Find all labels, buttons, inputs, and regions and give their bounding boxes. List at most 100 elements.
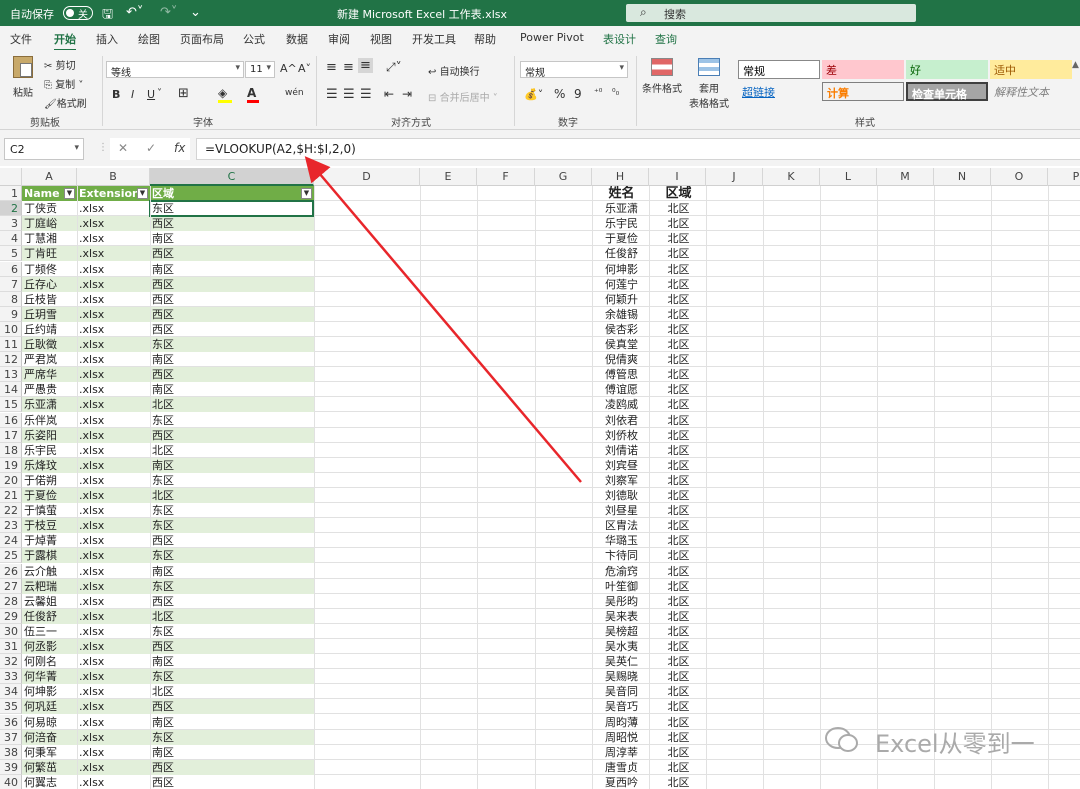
tab-9[interactable]: 开发工具: [412, 31, 456, 47]
table-cell[interactable]: 南区: [150, 231, 314, 246]
table-cell[interactable]: .xlsx: [77, 745, 150, 760]
column-header-F[interactable]: F: [477, 168, 535, 186]
row-header[interactable]: 15: [0, 397, 22, 413]
table-cell[interactable]: 西区: [150, 322, 314, 337]
tab-4[interactable]: 页面布局: [180, 31, 224, 47]
lookup-cell[interactable]: 傅谊愿: [592, 382, 649, 397]
table-cell[interactable]: 南区: [150, 745, 314, 760]
increase-decimal-icon[interactable]: ⁺⁰: [594, 88, 602, 98]
decrease-font-button[interactable]: A˅: [298, 62, 311, 75]
table-cell[interactable]: .xlsx: [77, 533, 150, 548]
lookup-cell[interactable]: 北区: [649, 246, 706, 261]
lookup-cell[interactable]: 北区: [649, 533, 706, 548]
lookup-cell[interactable]: 北区: [649, 594, 706, 609]
cell-style-1[interactable]: 差: [822, 60, 904, 79]
table-cell[interactable]: .xlsx: [77, 488, 150, 503]
table-cell[interactable]: 乐伴岚: [22, 413, 77, 428]
cut-button[interactable]: ✂ 剪切: [44, 57, 76, 72]
lookup-cell[interactable]: 刘察军: [592, 473, 649, 488]
cell-style-0[interactable]: 常规: [738, 60, 820, 79]
align-center-icon[interactable]: ☰: [343, 87, 355, 102]
table-cell[interactable]: .xlsx: [77, 518, 150, 534]
table-cell[interactable]: 何翼志: [22, 775, 77, 789]
table-cell[interactable]: .xlsx: [77, 578, 150, 594]
table-cell[interactable]: .xlsx: [77, 654, 150, 669]
lookup-cell[interactable]: 北区: [649, 564, 706, 579]
tab-1[interactable]: 开始: [54, 31, 76, 51]
table-cell[interactable]: .xlsx: [77, 276, 150, 292]
cancel-icon[interactable]: ✕: [118, 141, 128, 155]
lookup-cell[interactable]: 北区: [649, 745, 706, 760]
table-cell[interactable]: 西区: [150, 533, 314, 548]
row-header[interactable]: 38: [0, 744, 22, 760]
column-header-L[interactable]: L: [820, 168, 877, 186]
table-cell[interactable]: 伍三一: [22, 624, 77, 639]
table-cell[interactable]: 北区: [150, 397, 314, 413]
lookup-cell[interactable]: 北区: [649, 458, 706, 473]
row-header[interactable]: 1: [0, 186, 22, 201]
name-box[interactable]: C2 ▾: [4, 138, 84, 160]
table-cell[interactable]: 西区: [150, 759, 314, 775]
lookup-cell[interactable]: 卞待同: [592, 548, 649, 563]
font-name-select[interactable]: 等线 ▾: [106, 61, 244, 79]
row-header[interactable]: 24: [0, 533, 22, 549]
table-cell[interactable]: 东区: [150, 473, 314, 488]
table-cell[interactable]: 西区: [150, 246, 314, 262]
table-cell[interactable]: 西区: [150, 594, 314, 609]
row-header[interactable]: 26: [0, 563, 22, 579]
table-cell[interactable]: .xlsx: [77, 608, 150, 624]
lookup-cell[interactable]: 刘德耿: [592, 488, 649, 503]
row-header[interactable]: 6: [0, 261, 22, 277]
currency-icon[interactable]: 💰˅: [524, 88, 543, 101]
lookup-cell[interactable]: 任俊舒: [592, 246, 649, 261]
table-cell[interactable]: 西区: [150, 639, 314, 654]
lookup-cell[interactable]: 夏西吟: [592, 775, 649, 789]
row-header[interactable]: 33: [0, 669, 22, 685]
fill-color-icon[interactable]: ◈: [218, 86, 232, 103]
lookup-cell[interactable]: 北区: [649, 307, 706, 322]
lookup-cell[interactable]: 北区: [649, 292, 706, 307]
lookup-cell[interactable]: 吴音巧: [592, 699, 649, 714]
row-header[interactable]: 8: [0, 291, 22, 307]
row-header[interactable]: 35: [0, 699, 22, 715]
row-header[interactable]: 12: [0, 352, 22, 368]
column-header-N[interactable]: N: [934, 168, 991, 186]
table-cell[interactable]: 东区: [150, 413, 314, 428]
lookup-cell[interactable]: 北区: [649, 473, 706, 488]
border-icon[interactable]: ⊞: [178, 86, 189, 101]
table-cell[interactable]: 何繁茁: [22, 759, 77, 775]
table-cell[interactable]: 丁侠贡: [22, 201, 77, 216]
format-painter-button[interactable]: 🖌格式刷: [44, 95, 87, 110]
autosave-toggle[interactable]: 关: [63, 6, 93, 21]
table-cell[interactable]: 东区: [150, 503, 314, 518]
italic-button[interactable]: I: [131, 88, 134, 101]
orientation-icon[interactable]: ⤢˅: [386, 60, 402, 75]
table-cell[interactable]: .xlsx: [77, 231, 150, 246]
table-cell[interactable]: .xlsx: [77, 262, 150, 277]
table-cell[interactable]: .xlsx: [77, 775, 150, 789]
table-cell[interactable]: 东区: [150, 669, 314, 685]
lookup-cell[interactable]: 北区: [649, 639, 706, 654]
row-header[interactable]: 22: [0, 503, 22, 519]
table-cell[interactable]: 何丞影: [22, 639, 77, 654]
table-cell[interactable]: .xlsx: [77, 457, 150, 473]
lookup-cell[interactable]: 吴音同: [592, 684, 649, 699]
undo-icon[interactable]: ↶˅: [126, 5, 143, 20]
filter-dropdown-icon[interactable]: ▼: [64, 188, 75, 199]
table-cell[interactable]: 丘存心: [22, 276, 77, 292]
row-header[interactable]: 5: [0, 246, 22, 262]
table-cell[interactable]: .xlsx: [77, 413, 150, 428]
tab-8[interactable]: 视图: [370, 31, 392, 47]
filter-dropdown-icon[interactable]: ▼: [137, 188, 148, 199]
lookup-cell[interactable]: 北区: [649, 775, 706, 789]
table-cell[interactable]: 云粑瑞: [22, 578, 77, 594]
lookup-cell[interactable]: 北区: [649, 216, 706, 231]
table-header-cell[interactable]: 区域 ▼: [150, 186, 314, 201]
lookup-cell[interactable]: 何莲宁: [592, 277, 649, 292]
lookup-cell[interactable]: 吴来表: [592, 609, 649, 624]
table-cell[interactable]: 乐宇民: [22, 443, 77, 458]
tab-12[interactable]: 表设计: [603, 31, 636, 47]
enter-icon[interactable]: ✓: [146, 141, 156, 155]
tab-10[interactable]: 帮助: [474, 31, 496, 47]
table-cell[interactable]: 何坤影: [22, 684, 77, 699]
